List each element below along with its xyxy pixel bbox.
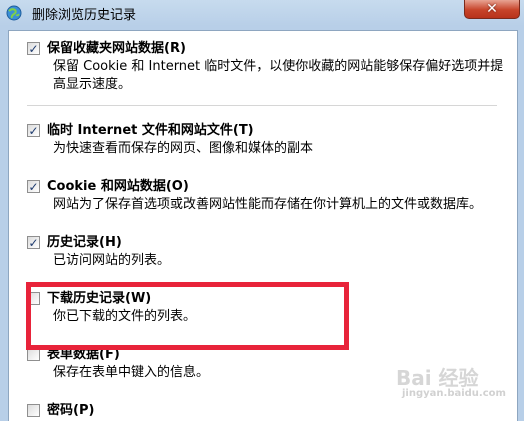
option-label[interactable]: 临时 Internet 文件和网站文件(T) xyxy=(47,123,254,139)
ie-globe-icon xyxy=(6,5,22,21)
option-label[interactable]: Cookie 和网站数据(O) xyxy=(47,179,189,195)
close-button[interactable]: ✕ xyxy=(464,0,520,19)
history-checkbox[interactable]: ✓ xyxy=(27,236,40,249)
checkmark-icon: ✓ xyxy=(28,235,39,250)
highlight-box xyxy=(26,282,349,350)
option-label[interactable]: 保留收藏夹网站数据(R) xyxy=(47,41,186,57)
separator xyxy=(27,105,497,106)
cookies-checkbox[interactable]: ✓ xyxy=(27,180,40,193)
watermark-url: jingyan.baidu.com xyxy=(402,388,506,399)
temporary-files-checkbox[interactable]: ✓ xyxy=(27,124,40,137)
checkmark-icon: ✓ xyxy=(28,123,39,138)
passwords-checkbox[interactable] xyxy=(27,404,40,417)
option-label[interactable]: 密码(P) xyxy=(47,403,94,419)
checkmark-icon: ✓ xyxy=(28,179,39,194)
baidu-watermark: Bai 经验 jingyan.baidu.com xyxy=(396,362,518,406)
option-description: 已访问网站的列表。 xyxy=(53,253,171,268)
window-title: 删除浏览历史记录 xyxy=(32,8,137,23)
preserve-favorites-checkbox[interactable]: ✓ xyxy=(27,42,40,55)
option-description: 保留 Cookie 和 Internet 临时文件，以使你收藏的网站能够保存偏好… xyxy=(53,59,504,92)
title-bar: 删除浏览历史记录 ✕ xyxy=(0,0,524,26)
option-label[interactable]: 历史记录(H) xyxy=(47,235,122,251)
close-icon: ✕ xyxy=(486,1,498,17)
checkmark-icon: ✓ xyxy=(28,41,39,56)
option-description: 为快速查看而保存的网页、图像和媒体的副本 xyxy=(53,141,314,156)
option-description: 网站为了保存首选项或改善网站性能而存储在你计算机上的文件或数据库。 xyxy=(53,197,483,212)
watermark-text: Bai 经验 xyxy=(396,366,479,390)
delete-browsing-history-dialog: 删除浏览历史记录 ✕ ✓ 保留收藏夹网站数据(R) 保留 Cookie 和 In… xyxy=(0,0,524,421)
